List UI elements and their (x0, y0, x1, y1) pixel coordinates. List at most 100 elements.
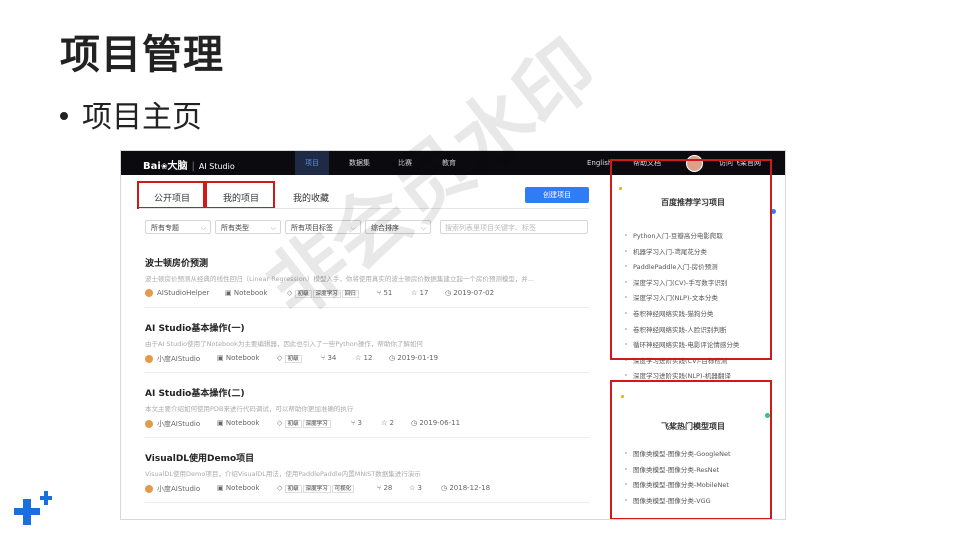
author[interactable]: 小度AIStudio (145, 419, 200, 429)
project-title[interactable]: VisualDL使用Demo项目 (145, 451, 589, 464)
star-value: 12 (363, 354, 373, 362)
project-desc: 本文主要介绍如何使用PDB来进行代码调试，可以帮助你更加准确的执行 (145, 405, 354, 413)
tag[interactable]: 可视化 (331, 485, 355, 493)
divider (145, 502, 589, 503)
chevron-down-icon: ⌵ (200, 224, 206, 232)
notebook-icon: ▣ (217, 419, 226, 427)
tag[interactable]: 初级 (294, 290, 312, 298)
fork-value: 51 (383, 289, 393, 297)
project-type: ▣ Notebook (217, 354, 259, 362)
sort-select[interactable]: 综合排序 ⌵ (365, 220, 431, 234)
project-type: ▣ Notebook (217, 484, 259, 492)
type-label: Notebook (225, 484, 260, 492)
nav-education[interactable]: 教育 (442, 151, 456, 175)
logo-cross-icon (14, 491, 52, 525)
tag[interactable]: 深度学习 (312, 290, 341, 298)
tag-icon: ◇ (287, 289, 295, 297)
star-icon: ☆ (355, 354, 364, 362)
project-tags: ◇ 初级 (277, 354, 303, 363)
project-type: ▣ Notebook (225, 289, 267, 297)
date-value: 2019-06-11 (419, 419, 461, 427)
star-value: 2 (389, 419, 394, 427)
filter-topic-label: 所有专题 (151, 224, 179, 232)
project-type: ▣ Notebook (217, 419, 259, 427)
author[interactable]: AIStudioHelper (145, 289, 209, 297)
project-date: ◷ 2019-07-02 (445, 289, 494, 297)
project-title[interactable]: AI Studio基本操作(二) (145, 386, 589, 399)
project-desc: VisualDL使用Demo项目，介绍VisualDL用法，使用PaddlePa… (145, 470, 421, 478)
nav-competitions[interactable]: 比赛 (398, 151, 412, 175)
date-value: 2019-01-19 (397, 354, 439, 362)
star-value: 17 (419, 289, 429, 297)
brand-text: Bai (143, 161, 161, 172)
project-desc: 波士顿房价预测从经典的线性回归（Linear Regression）模型入手，你… (145, 275, 535, 283)
tag-icon: ◇ (277, 484, 285, 492)
filter-type-select[interactable]: 所有类型 ⌵ (215, 220, 281, 234)
tag[interactable]: 初级 (284, 485, 302, 493)
project-desc: 由于AI Studio使用了Notebook为主要编辑器，因此也引入了一些Pyt… (145, 340, 423, 348)
tag[interactable]: 初级 (284, 420, 302, 428)
author[interactable]: 小度AIStudio (145, 484, 200, 494)
project-date: ◷ 2019-01-19 (389, 354, 438, 362)
author-name: AIStudioHelper (157, 289, 210, 297)
type-label: Notebook (233, 289, 268, 297)
project-date: ◷ 2019-06-11 (411, 419, 460, 427)
project-tags: ◇ 初级 深度学习 回归 (287, 289, 360, 298)
chevron-down-icon: ⌵ (420, 224, 426, 232)
ai-studio-screenshot: Bai❀大脑 | AI Studio 项目 数据集 比赛 教育 English 帮助… (120, 150, 786, 520)
filter-tag-select[interactable]: 所有项目标签 ⌵ (285, 220, 361, 234)
avatar-icon (145, 485, 153, 493)
project-title[interactable]: AI Studio基本操作(一) (145, 321, 589, 334)
star-icon: ☆ (381, 419, 390, 427)
avatar-icon (145, 289, 153, 297)
fork-count: ⑂ 34 (321, 354, 336, 362)
fork-count: ⑂ 28 (377, 484, 392, 492)
star-count[interactable]: ☆ 3 (409, 484, 422, 492)
project-meta: 小度AIStudio ▣ Notebook ◇ 初级 深度学习 ⑂ 3 ☆ 2 ◷… (145, 419, 589, 430)
filter-topic-select[interactable]: 所有专题 ⌵ (145, 220, 211, 234)
project-title[interactable]: 波士顿房价预测 (145, 256, 589, 269)
divider (145, 307, 589, 308)
fork-value: 28 (383, 484, 393, 492)
project-tags: ◇ 初级 深度学习 (277, 419, 332, 428)
project-tags: ◇ 初级 深度学习 可视化 (277, 484, 355, 493)
notebook-icon: ▣ (217, 354, 226, 362)
project-date: ◷ 2018-12-18 (441, 484, 490, 492)
tag[interactable]: 回归 (341, 290, 359, 298)
create-project-button[interactable]: 创建项目 (525, 187, 589, 203)
nav-projects[interactable]: 项目 (295, 151, 329, 175)
brand-logo[interactable]: Bai❀大脑 | AI Studio (143, 157, 235, 172)
brand-product: AI Studio (198, 162, 235, 171)
star-count[interactable]: ☆ 2 (381, 419, 394, 427)
search-input[interactable]: 搜索列表里项目关键字、标签 (440, 220, 588, 234)
fork-value: 34 (327, 354, 337, 362)
project-item[interactable]: 波士顿房价预测 波士顿房价预测从经典的线性回归（Linear Regressio… (145, 256, 589, 300)
fork-count: ⑂ 3 (351, 419, 362, 427)
star-count[interactable]: ☆ 17 (411, 289, 428, 297)
divider (145, 372, 589, 373)
project-item[interactable]: AI Studio基本操作(一) 由于AI Studio使用了Notebook为… (145, 321, 589, 365)
tab-underline (139, 208, 589, 209)
brand-cn: 大脑 (167, 161, 188, 172)
tag[interactable]: 初级 (284, 355, 302, 363)
project-item[interactable]: VisualDL使用Demo项目 VisualDL使用Demo项目，介绍Visu… (145, 451, 589, 495)
star-count[interactable]: ☆ 12 (355, 354, 372, 362)
star-value: 3 (417, 484, 422, 492)
highlight-box-mine (205, 181, 275, 209)
sort-label: 综合排序 (371, 224, 399, 232)
nav-datasets[interactable]: 数据集 (349, 151, 370, 175)
fork-value: 3 (357, 419, 362, 427)
author[interactable]: 小度AIStudio (145, 354, 200, 364)
project-meta: AIStudioHelper ▣ Notebook ◇ 初级 深度学习 回归 ⑂ 5… (145, 289, 589, 300)
avatar-icon (145, 420, 153, 428)
bullet-text: 项目主页 (82, 100, 202, 135)
project-meta: 小度AIStudio ▣ Notebook ◇ 初级 ⑂ 34 ☆ 12 ◷ 2… (145, 354, 589, 365)
date-value: 2018-12-18 (449, 484, 491, 492)
tag[interactable]: 深度学习 (302, 485, 331, 493)
project-item[interactable]: AI Studio基本操作(二) 本文主要介绍如何使用PDB来进行代码调试，可以… (145, 386, 589, 430)
tab-my-favorites[interactable]: 我的收藏 (293, 191, 329, 204)
type-label: Notebook (225, 354, 260, 362)
notebook-icon: ▣ (225, 289, 234, 297)
lang-switch[interactable]: English (587, 151, 612, 175)
tag[interactable]: 深度学习 (302, 420, 331, 428)
